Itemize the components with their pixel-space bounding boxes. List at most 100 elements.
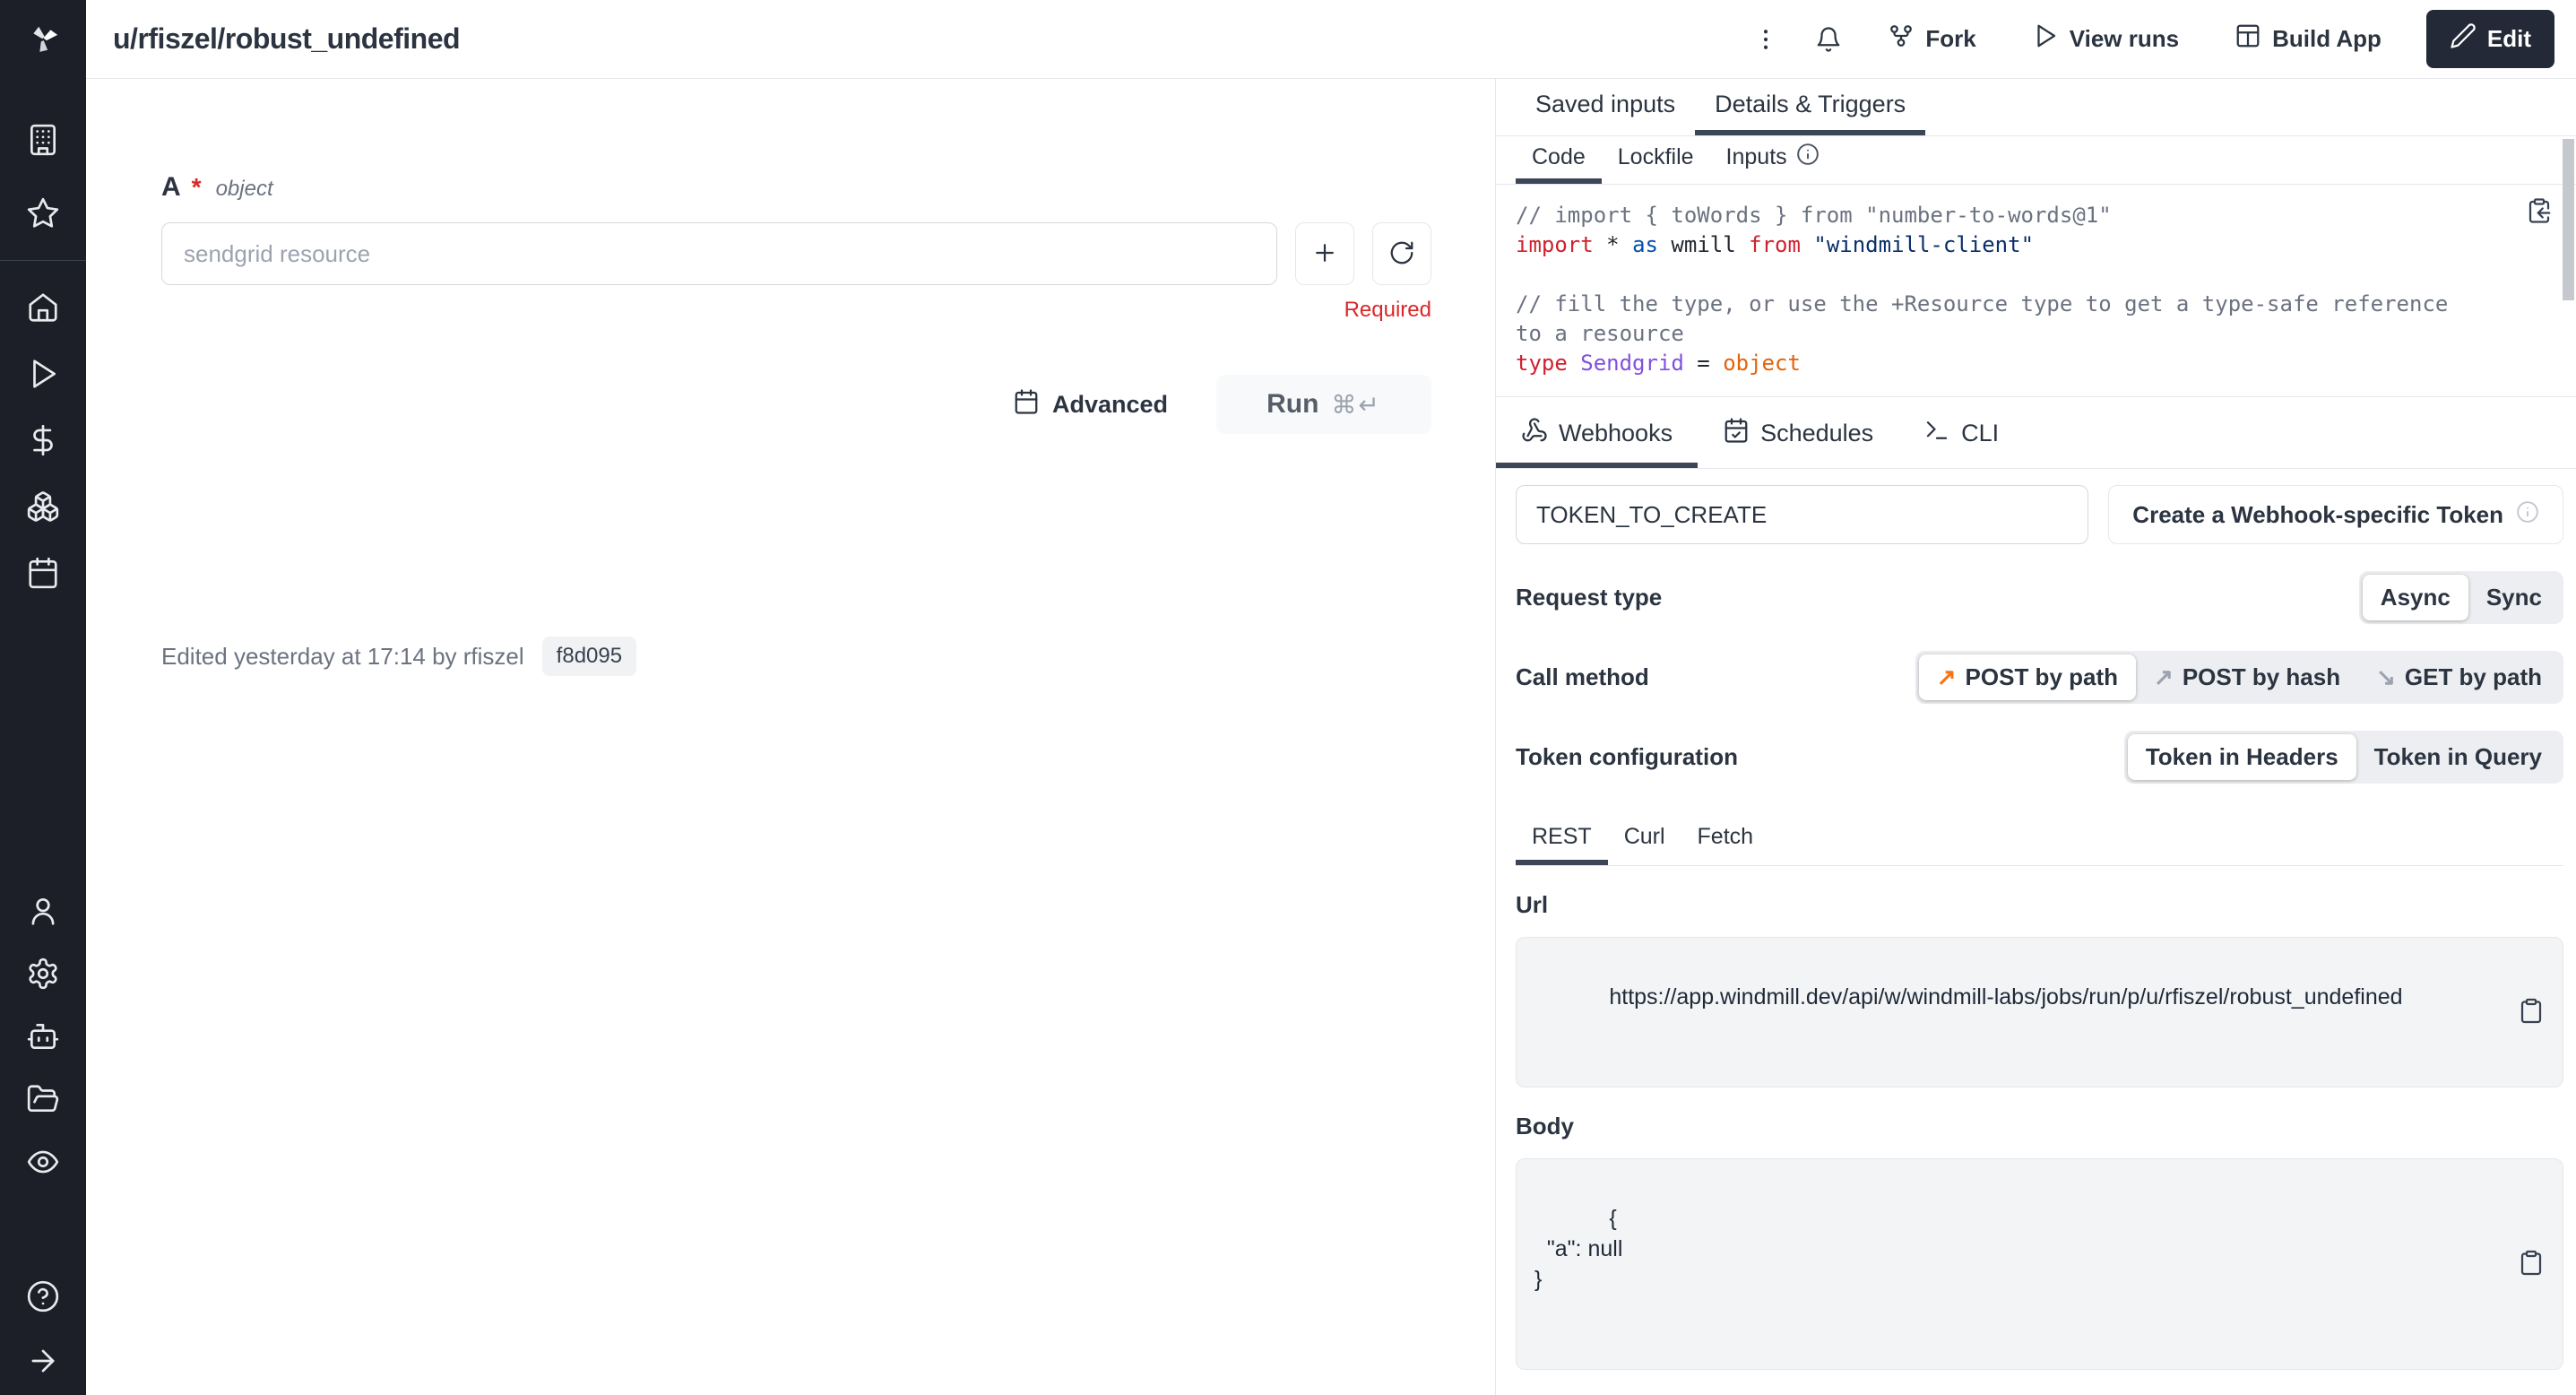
advanced-label: Advanced	[1052, 391, 1168, 419]
calendar-icon[interactable]	[23, 553, 63, 593]
play-icon[interactable]	[23, 354, 63, 394]
token-row: Create a Webhook-specific Token	[1516, 485, 2563, 544]
edit-button[interactable]: Edit	[2426, 10, 2554, 68]
tab-rest[interactable]: REST	[1516, 814, 1608, 865]
tab-inputs[interactable]: Inputs	[1710, 136, 1836, 184]
sidebar-group-bottom	[23, 891, 63, 1182]
sidebar-group-top	[23, 120, 63, 233]
create-webhook-token-button[interactable]: Create a Webhook-specific Token	[2108, 485, 2563, 544]
field-label-row: A* object	[161, 172, 1431, 203]
gear-icon[interactable]	[23, 954, 63, 993]
webhook-icon	[1521, 417, 1548, 450]
edit-label: Edit	[2487, 25, 2531, 53]
call-method-post-by-path-label: POST by path	[1966, 663, 2118, 691]
copy-url-button[interactable]	[2471, 984, 2545, 1041]
call-method-get-by-path[interactable]: ↘ GET by path	[2358, 654, 2560, 700]
sidebar-group-main	[23, 288, 63, 593]
clipboard-icon	[2518, 1014, 2545, 1027]
building-icon[interactable]	[23, 120, 63, 160]
view-runs-button[interactable]: View runs	[2016, 12, 2195, 66]
panel-scrollbar[interactable]	[2563, 139, 2574, 300]
required-star: *	[192, 173, 202, 202]
call-method-label: Call method	[1516, 663, 1649, 691]
call-method-get-by-path-label: GET by path	[2405, 663, 2542, 691]
url-label: Url	[1516, 891, 2563, 919]
page-title: u/rfiszel/robust_undefined	[113, 22, 460, 56]
plus-icon	[1311, 239, 1338, 269]
refresh-button[interactable]	[1372, 222, 1431, 285]
arrow-up-right-icon: ↗	[2154, 663, 2174, 691]
body-value: { "a": null }	[1534, 1206, 1622, 1292]
panel-tabbar: Saved inputs Details & Triggers	[1496, 79, 2576, 136]
calendar-icon	[1013, 388, 1040, 421]
add-resource-button[interactable]	[1295, 222, 1354, 285]
topbar: u/rfiszel/robust_undefined Fork View run…	[86, 0, 2576, 79]
sidebar-divider	[0, 260, 86, 261]
calendar-check-icon	[1723, 417, 1750, 450]
token-config-label: Token configuration	[1516, 743, 1738, 771]
run-button[interactable]: Run ⌘↵	[1216, 375, 1431, 434]
tab-schedules-label: Schedules	[1760, 420, 1873, 447]
tab-lockfile[interactable]: Lockfile	[1602, 136, 1710, 184]
layout-grid-icon	[2235, 22, 2261, 56]
tab-schedules[interactable]: Schedules	[1698, 404, 1898, 468]
tab-fetch[interactable]: Fetch	[1681, 814, 1770, 865]
boxes-icon[interactable]	[23, 487, 63, 526]
copy-body-button[interactable]	[2471, 1236, 2545, 1293]
call-method-post-by-hash[interactable]: ↗ POST by hash	[2136, 654, 2358, 700]
tab-code[interactable]: Code	[1516, 136, 1602, 184]
home-icon[interactable]	[23, 288, 63, 327]
field-type-label: object	[216, 177, 273, 202]
detail-subtabbar: Code Lockfile Inputs	[1496, 136, 2576, 185]
call-method-post-by-hash-label: POST by hash	[2183, 663, 2340, 691]
hash-badge[interactable]: f8d095	[542, 637, 636, 676]
clipboard-copy-icon	[2526, 213, 2553, 227]
body-field: { "a": null }	[1516, 1158, 2563, 1370]
kebab-menu-icon[interactable]	[1746, 20, 1785, 59]
token-config-row: Token configuration Token in Headers Tok…	[1516, 731, 2563, 784]
windmill-logo-icon[interactable]	[0, 0, 86, 79]
tab-webhooks[interactable]: Webhooks	[1496, 404, 1698, 468]
arrow-down-right-icon: ↘	[2376, 663, 2396, 691]
resource-input[interactable]	[161, 222, 1277, 285]
token-input[interactable]	[1516, 485, 2088, 544]
body-label: Body	[1516, 1113, 2563, 1140]
copy-code-button[interactable]	[2526, 197, 2553, 227]
tab-cli[interactable]: CLI	[1898, 404, 2024, 468]
token-in-query[interactable]: Token in Query	[2356, 734, 2560, 780]
tab-saved-inputs[interactable]: Saved inputs	[1516, 79, 1695, 135]
url-value: https://app.windmill.dev/api/w/windmill-…	[1609, 984, 2402, 1009]
user-icon[interactable]	[23, 891, 63, 931]
run-label: Run	[1266, 389, 1318, 420]
tab-webhooks-label: Webhooks	[1559, 420, 1673, 447]
fork-label: Fork	[1925, 25, 1975, 53]
tab-curl[interactable]: Curl	[1608, 814, 1681, 865]
required-text: Required	[161, 298, 1431, 323]
terminal-icon	[1923, 417, 1950, 450]
info-icon	[1796, 143, 1820, 172]
app-root: u/rfiszel/robust_undefined Fork View run…	[0, 0, 2576, 1395]
request-type-sync[interactable]: Sync	[2468, 575, 2560, 620]
call-method-post-by-path[interactable]: ↗ POST by path	[1919, 654, 2136, 700]
tab-details-triggers[interactable]: Details & Triggers	[1695, 79, 1925, 135]
tab-cli-label: CLI	[1961, 420, 1999, 447]
bell-icon[interactable]	[1809, 20, 1848, 59]
star-icon[interactable]	[23, 194, 63, 233]
advanced-button[interactable]: Advanced	[1013, 388, 1168, 421]
refresh-icon	[1388, 239, 1415, 269]
fork-button[interactable]: Fork	[1871, 12, 1992, 66]
arrow-right-icon[interactable]	[23, 1341, 63, 1381]
folder-open-icon[interactable]	[23, 1079, 63, 1119]
run-form-pane: A* object Required	[86, 79, 1495, 1395]
play-outline-icon	[2032, 22, 2059, 56]
sidebar-group-last	[23, 1277, 63, 1381]
resource-input-row	[161, 222, 1431, 285]
eye-icon[interactable]	[23, 1142, 63, 1182]
robot-icon[interactable]	[23, 1017, 63, 1056]
token-in-headers[interactable]: Token in Headers	[2128, 734, 2356, 780]
help-circle-icon[interactable]	[23, 1277, 63, 1316]
request-type-async[interactable]: Async	[2363, 575, 2468, 620]
dollar-icon[interactable]	[23, 420, 63, 460]
trigger-tabbar: Webhooks Schedules CLI	[1496, 404, 2576, 469]
build-app-button[interactable]: Build App	[2218, 12, 2398, 66]
